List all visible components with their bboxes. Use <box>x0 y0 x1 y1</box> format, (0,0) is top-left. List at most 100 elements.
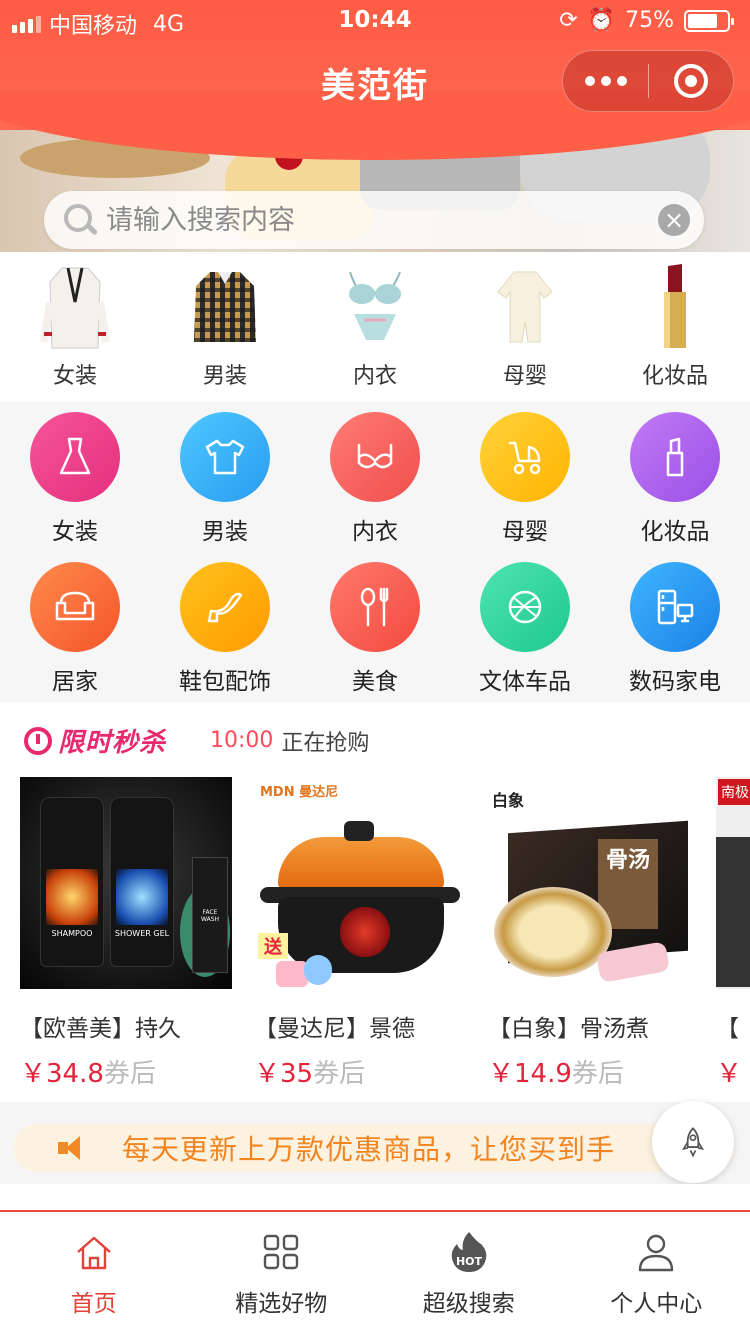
category-circle <box>180 412 270 502</box>
tab-label: 首页 <box>70 1291 117 1317</box>
category-circle <box>30 412 120 502</box>
category-label: 数码家电 <box>629 669 721 695</box>
category-circle <box>30 562 120 652</box>
product-name: 【 <box>716 1016 739 1042</box>
svg-text:HOT: HOT <box>456 1255 483 1268</box>
alarm-icon: ⏰ <box>587 8 616 33</box>
category-food[interactable]: 美食 <box>300 552 450 702</box>
brand-logo: MDN 曼达尼 <box>260 785 339 800</box>
photo-category-underwear[interactable]: 内衣 <box>300 252 450 402</box>
category-digital[interactable]: 数码家电 <box>600 552 750 702</box>
category-circle <box>330 412 420 502</box>
product-image: 南极 <box>716 777 750 989</box>
back-to-top-button[interactable] <box>652 1101 734 1183</box>
category-sports[interactable]: 文体车品 <box>450 552 600 702</box>
flash-sale-products: SHAMPOO SHOWER GEL FACE WASH 【欧善美】持久 ￥34… <box>20 777 750 1097</box>
grid-icon <box>264 1234 299 1270</box>
bra-icon <box>357 443 393 469</box>
product-price: ￥ <box>716 1059 743 1089</box>
baby-romper-photo-icon <box>497 271 553 343</box>
photo-category-label: 母婴 <box>502 364 547 389</box>
category-label: 母婴 <box>502 519 548 545</box>
category-circle <box>180 562 270 652</box>
search-icon <box>58 199 100 241</box>
rotation-lock-icon: ⟳ <box>559 8 578 33</box>
category-home[interactable]: 居家 <box>0 552 150 702</box>
category-underwear[interactable]: 内衣 <box>300 402 450 552</box>
photo-category-label: 化妆品 <box>641 364 708 389</box>
content-strip <box>0 1184 750 1210</box>
category-label: 化妆品 <box>640 519 710 545</box>
tab-home[interactable]: 首页 <box>0 1212 188 1334</box>
miniprogram-capsule <box>562 50 734 112</box>
tab-profile[interactable]: 个人中心 <box>563 1212 750 1334</box>
clock-icon <box>24 726 52 755</box>
photo-category-women[interactable]: 女装 <box>0 252 150 402</box>
category-men[interactable]: 男装 <box>150 402 300 552</box>
photo-category-label: 女装 <box>52 364 97 389</box>
home-icon <box>76 1236 111 1270</box>
tab-super-search[interactable]: HOT 超级搜索 <box>375 1212 563 1334</box>
product-image: SHAMPOO SHOWER GEL FACE WASH <box>20 777 232 989</box>
category-label: 居家 <box>52 669 98 695</box>
category-label: 鞋包配饰 <box>179 669 271 695</box>
flash-sale-title: 限时秒杀 <box>58 728 167 758</box>
tab-label: 超级搜索 <box>422 1291 515 1317</box>
photo-category-row: 女装 男装 内衣 母婴 化妆品 <box>0 252 750 402</box>
product-name: 【欧善美】持久 <box>20 1016 181 1042</box>
photo-category-baby[interactable]: 母婴 <box>450 252 600 402</box>
spoon-fork-icon <box>360 587 389 627</box>
category-label: 女装 <box>52 519 98 545</box>
high-heel-icon <box>207 592 243 623</box>
product-price: ￥34.8券后 <box>20 1059 156 1089</box>
category-label: 内衣 <box>352 519 398 545</box>
bottom-tab-bar: 首页 精选好物 HOT 超级搜索 个人中心 <box>0 1210 750 1334</box>
category-circle <box>330 562 420 652</box>
product-image: MDN 曼达尼 送 <box>254 777 466 989</box>
lipstick-photo-icon <box>664 264 686 348</box>
brand-logo: 南极 <box>718 779 750 805</box>
stroller-icon <box>509 441 541 475</box>
category-circle <box>630 562 720 652</box>
product-card[interactable]: 白象 骨汤 【白象】骨汤煮 ￥14.9券后 <box>488 777 700 1090</box>
category-circle <box>480 562 570 652</box>
icon-category-grid: 女装 男装 内衣 母婴 化妆品 居家 鞋包配饰 美食 文体车品 数码家电 <box>0 402 750 702</box>
flash-sale-header: 限时秒杀 10:00 正在抢购 <box>24 722 369 759</box>
category-women[interactable]: 女装 <box>0 402 150 552</box>
notice-text: 每天更新上万款优惠商品，让您买到手 <box>122 1133 616 1166</box>
category-circle <box>480 412 570 502</box>
product-card[interactable]: MDN 曼达尼 送 【曼达尼】景德 ￥35券后 <box>254 777 466 1090</box>
product-image: 白象 骨汤 <box>488 777 700 989</box>
rocket-icon <box>681 1127 705 1158</box>
sofa-icon <box>55 591 95 621</box>
ball-icon <box>508 590 542 624</box>
speaker-icon <box>58 1136 98 1160</box>
category-baby[interactable]: 母婴 <box>450 402 600 552</box>
search-bar[interactable]: × <box>44 191 704 249</box>
plaid-shirt-photo-icon <box>194 272 256 342</box>
shower-gel-label: SHOWER GEL <box>114 929 170 938</box>
notice-bar[interactable]: 每天更新上万款优惠商品，让您买到手 <box>14 1124 734 1172</box>
tab-label: 个人中心 <box>610 1291 703 1317</box>
category-cosmetics[interactable]: 化妆品 <box>600 402 750 552</box>
gift-badge: 送 <box>258 933 288 959</box>
close-miniprogram-icon[interactable] <box>649 64 733 98</box>
product-price: ￥35券后 <box>254 1059 366 1089</box>
category-label: 美食 <box>352 669 398 695</box>
tab-featured[interactable]: 精选好物 <box>188 1212 376 1334</box>
search-input[interactable] <box>106 204 658 236</box>
category-shoes-bags[interactable]: 鞋包配饰 <box>150 552 300 702</box>
more-icon[interactable] <box>563 76 648 86</box>
photo-category-men[interactable]: 男装 <box>150 252 300 402</box>
flash-sale-status: 正在抢购 <box>281 730 370 756</box>
flash-sale-section: 限时秒杀 10:00 正在抢购 SHAMPOO SHOWER GEL FACE … <box>0 702 750 1102</box>
product-name: 【白象】骨汤煮 <box>488 1016 649 1042</box>
category-circle <box>630 412 720 502</box>
header-banner: 中国移动 4G 10:44 ⟳ ⏰ 75% 美范街 × <box>0 0 750 252</box>
product-card[interactable]: 南极 【 ￥ <box>716 777 750 1090</box>
appliance-icon <box>657 589 694 625</box>
photo-category-cosmetics[interactable]: 化妆品 <box>600 252 750 402</box>
battery-icon <box>684 9 734 32</box>
clear-icon[interactable]: × <box>658 204 690 236</box>
product-card[interactable]: SHAMPOO SHOWER GEL FACE WASH 【欧善美】持久 ￥34… <box>20 777 232 1090</box>
